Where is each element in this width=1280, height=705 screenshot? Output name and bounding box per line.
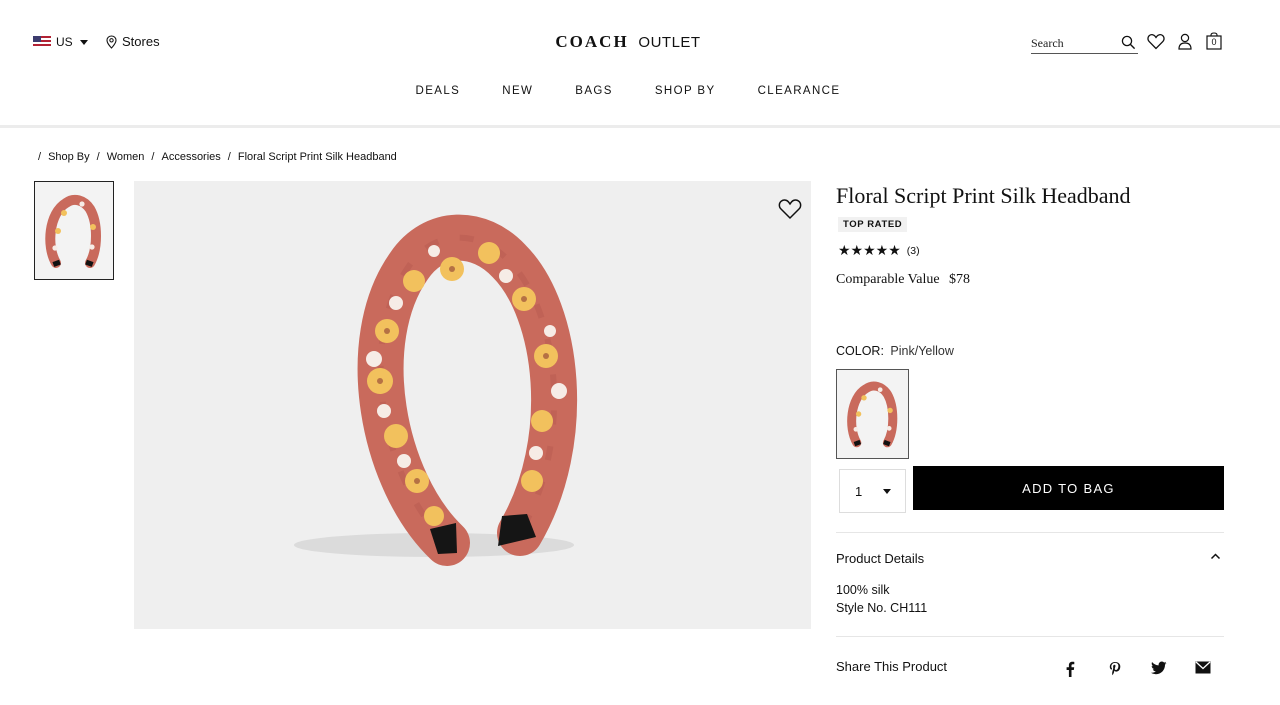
quantity-select[interactable]: 1: [839, 469, 906, 513]
facebook-icon[interactable]: [1064, 661, 1076, 677]
divider: [836, 532, 1224, 533]
breadcrumb-current: Floral Script Print Silk Headband: [237, 151, 397, 163]
pinterest-icon[interactable]: [1108, 661, 1122, 677]
color-label: COLOR:: [836, 344, 884, 358]
search-icon[interactable]: [1121, 35, 1136, 50]
price: Comparable Value $78: [836, 272, 970, 288]
logo-brand: COACH: [555, 32, 629, 51]
chevron-down-icon: [883, 489, 891, 494]
nav-item-new[interactable]: NEW: [502, 85, 533, 97]
email-icon[interactable]: [1195, 661, 1211, 674]
product-title: Floral Script Print Silk Headband: [836, 183, 1131, 208]
product-details-toggle[interactable]: Product Details: [836, 551, 924, 566]
breadcrumb-shop-by[interactable]: Shop By: [48, 151, 90, 163]
search-input[interactable]: [1031, 34, 1111, 53]
search-box[interactable]: [1031, 34, 1138, 54]
wishlist-heart-icon[interactable]: [778, 198, 802, 220]
heart-icon[interactable]: [1147, 33, 1165, 50]
rating[interactable]: ★★★★★ (3): [838, 242, 920, 259]
site-header: US Stores COACH OUTLET 0 DEALS NEW: [0, 0, 1280, 128]
share-label: Share This Product: [836, 659, 948, 674]
price-label: Comparable Value: [836, 272, 940, 287]
bag-icon[interactable]: 0: [1206, 32, 1222, 50]
color-selector-label: COLOR: Pink/Yellow: [836, 344, 954, 358]
price-value: $78: [949, 272, 971, 287]
color-swatch-pink-yellow[interactable]: [836, 369, 909, 459]
product-main-image[interactable]: [134, 181, 811, 629]
top-rated-badge: TOP RATED: [838, 217, 908, 232]
quantity-value: 1: [855, 483, 863, 499]
bag-count: 0: [1211, 37, 1217, 47]
nav-item-deals[interactable]: DEALS: [416, 85, 461, 97]
breadcrumb-women[interactable]: Women: [107, 151, 145, 163]
nav-item-shop-by[interactable]: SHOP BY: [655, 85, 716, 97]
chevron-up-icon[interactable]: [1210, 552, 1221, 560]
review-count[interactable]: (3): [907, 245, 920, 257]
logo-suffix: OUTLET: [638, 34, 701, 51]
add-to-bag-button[interactable]: ADD TO BAG: [913, 466, 1224, 510]
nav-item-clearance[interactable]: CLEARANCE: [758, 85, 841, 97]
headband-swatch-image: [846, 381, 897, 448]
headband-thumbnail-image: [45, 194, 101, 268]
twitter-icon[interactable]: [1151, 661, 1167, 675]
product-detail-material: 100% silk: [836, 583, 890, 597]
user-icon[interactable]: [1178, 33, 1192, 50]
headband-image: [294, 214, 578, 566]
main-nav: DEALS NEW BAGS SHOP BY CLEARANCE: [0, 85, 1256, 97]
breadcrumb-accessories[interactable]: Accessories: [161, 151, 220, 163]
nav-item-bags[interactable]: BAGS: [575, 85, 613, 97]
product-detail-style-no: Style No. CH111: [836, 601, 928, 615]
product-thumbnail[interactable]: [34, 181, 114, 280]
divider: [836, 636, 1224, 637]
color-value: Pink/Yellow: [890, 344, 954, 358]
rating-stars: ★★★★★: [838, 242, 901, 258]
breadcrumb: / Shop By / Women / Accessories / Floral…: [38, 151, 397, 163]
